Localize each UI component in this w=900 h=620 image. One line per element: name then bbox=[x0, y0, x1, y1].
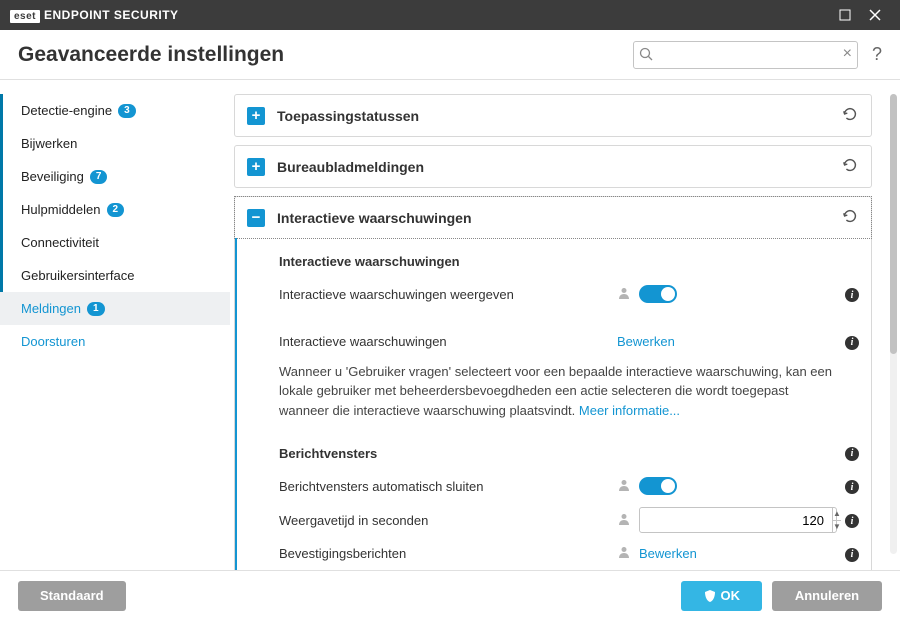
row-autoclose: Berichtvensters automatisch sluiten i bbox=[279, 471, 859, 501]
page-title: Geavanceerde instellingen bbox=[18, 43, 633, 67]
section-desktop-notify: + Bureaubladmeldingen bbox=[234, 145, 872, 188]
more-info-link[interactable]: Meer informatie... bbox=[579, 403, 680, 418]
section-interactive-alerts: − Interactieve waarschuwingen Interactie… bbox=[234, 196, 872, 570]
sidebar-item-notifications[interactable]: Meldingen 1 bbox=[0, 292, 230, 325]
section-title: Bureaubladmeldingen bbox=[277, 159, 841, 175]
info-icon[interactable]: i bbox=[845, 548, 859, 562]
info-icon[interactable]: i bbox=[845, 288, 859, 302]
section-header[interactable]: − Interactieve waarschuwingen bbox=[234, 196, 872, 239]
titlebar: eset ENDPOINT SECURITY bbox=[0, 0, 900, 30]
sidebar: Detectie-engine3 Bijwerken Beveiliging7 … bbox=[0, 80, 230, 570]
section-title: Toepassingstatussen bbox=[277, 108, 841, 124]
row-timeout: Weergavetijd in seconden ▲▼ i bbox=[279, 501, 859, 539]
revert-icon[interactable] bbox=[841, 207, 859, 228]
sidebar-badge: 7 bbox=[90, 170, 108, 184]
brand-product: ENDPOINT SECURITY bbox=[44, 8, 179, 22]
row-label: Berichtvensters automatisch sluiten bbox=[279, 479, 617, 494]
user-icon bbox=[617, 286, 631, 303]
sidebar-item-detection[interactable]: Detectie-engine 3 bbox=[0, 94, 230, 127]
scrollbar-thumb[interactable] bbox=[890, 94, 897, 354]
sidebar-badge: 3 bbox=[118, 104, 136, 118]
help-button[interactable]: ? bbox=[872, 44, 882, 65]
brand-prefix: eset bbox=[10, 10, 40, 23]
sidebar-item-security[interactable]: Beveiliging 7 bbox=[0, 160, 230, 193]
timeout-stepper[interactable]: ▲▼ bbox=[639, 507, 837, 533]
section-header[interactable]: + Toepassingstatussen bbox=[235, 95, 871, 136]
cancel-button[interactable]: Annuleren bbox=[772, 581, 882, 611]
section-header[interactable]: + Bureaubladmeldingen bbox=[235, 146, 871, 187]
row-confirm: Bevestigingsberichten Bewerken i bbox=[279, 539, 859, 568]
default-button[interactable]: Standaard bbox=[18, 581, 126, 611]
sidebar-badge: 2 bbox=[107, 203, 125, 217]
toggle-show-alerts[interactable] bbox=[639, 285, 677, 303]
expand-icon: + bbox=[247, 158, 265, 176]
sidebar-item-label: Bijwerken bbox=[21, 136, 77, 151]
info-icon[interactable]: i bbox=[845, 336, 859, 350]
user-icon bbox=[617, 478, 631, 495]
info-icon[interactable]: i bbox=[845, 447, 859, 461]
info-icon[interactable]: i bbox=[845, 514, 859, 528]
scrollbar[interactable] bbox=[890, 94, 897, 554]
ok-button[interactable]: OK bbox=[681, 581, 763, 611]
sidebar-item-label: Beveiliging bbox=[21, 169, 84, 184]
sidebar-badge: 1 bbox=[87, 302, 105, 316]
revert-icon[interactable] bbox=[841, 156, 859, 177]
search-input[interactable] bbox=[633, 41, 858, 69]
edit-link[interactable]: Bewerken bbox=[617, 334, 675, 349]
row-label: Bevestigingsberichten bbox=[279, 546, 617, 561]
header: Geavanceerde instellingen × ? bbox=[0, 30, 900, 80]
row-edit-alerts: Interactieve waarschuwingen Bewerken i bbox=[279, 327, 859, 356]
user-icon bbox=[617, 545, 631, 562]
content: + Toepassingstatussen + Bureaubladmeldin… bbox=[234, 94, 886, 570]
timeout-input[interactable] bbox=[640, 509, 832, 531]
section-app-status: + Toepassingstatussen bbox=[234, 94, 872, 137]
sidebar-item-connectivity[interactable]: Connectiviteit bbox=[0, 226, 230, 259]
clear-search-icon[interactable]: × bbox=[843, 45, 852, 63]
window-close-icon[interactable] bbox=[860, 6, 890, 24]
row-label: Weergavetijd in seconden bbox=[279, 513, 617, 528]
subheading-interactive: Interactieve waarschuwingen bbox=[279, 254, 859, 269]
ok-label: OK bbox=[721, 588, 741, 603]
brand: eset ENDPOINT SECURITY bbox=[10, 8, 179, 22]
revert-icon[interactable] bbox=[841, 105, 859, 126]
collapse-icon: − bbox=[247, 209, 265, 227]
desc-text: Wanneer u 'Gebruiker vragen' selecteert … bbox=[279, 364, 832, 418]
row-show-alerts: Interactieve waarschuwingen weergeven i bbox=[279, 279, 859, 309]
subheading-dialogs: Berichtvensters bbox=[279, 446, 837, 461]
sidebar-item-label: Hulpmiddelen bbox=[21, 202, 101, 217]
search-icon bbox=[639, 47, 653, 64]
info-icon[interactable]: i bbox=[845, 480, 859, 494]
window-maximize-icon[interactable] bbox=[830, 6, 860, 24]
description: Wanneer u 'Gebruiker vragen' selecteert … bbox=[279, 362, 859, 421]
row-label: Interactieve waarschuwingen bbox=[279, 334, 617, 349]
sidebar-item-ui[interactable]: Gebruikersinterface bbox=[0, 259, 230, 292]
sidebar-item-forward[interactable]: Doorsturen bbox=[0, 325, 230, 358]
user-icon bbox=[617, 512, 631, 529]
sidebar-item-label: Doorsturen bbox=[21, 334, 85, 349]
sidebar-item-label: Meldingen bbox=[21, 301, 81, 316]
section-body: Interactieve waarschuwingen Interactieve… bbox=[235, 238, 871, 570]
edit-link[interactable]: Bewerken bbox=[639, 546, 697, 561]
sidebar-item-tools[interactable]: Hulpmiddelen 2 bbox=[0, 193, 230, 226]
section-title: Interactieve waarschuwingen bbox=[277, 210, 841, 226]
toggle-autoclose[interactable] bbox=[639, 477, 677, 495]
expand-icon: + bbox=[247, 107, 265, 125]
sidebar-item-label: Connectiviteit bbox=[21, 235, 99, 250]
search-wrap: × bbox=[633, 41, 858, 69]
row-label: Interactieve waarschuwingen weergeven bbox=[279, 287, 617, 302]
footer: Standaard OK Annuleren bbox=[0, 570, 900, 620]
sidebar-item-label: Detectie-engine bbox=[21, 103, 112, 118]
sidebar-item-label: Gebruikersinterface bbox=[21, 268, 134, 283]
sidebar-item-update[interactable]: Bijwerken bbox=[0, 127, 230, 160]
